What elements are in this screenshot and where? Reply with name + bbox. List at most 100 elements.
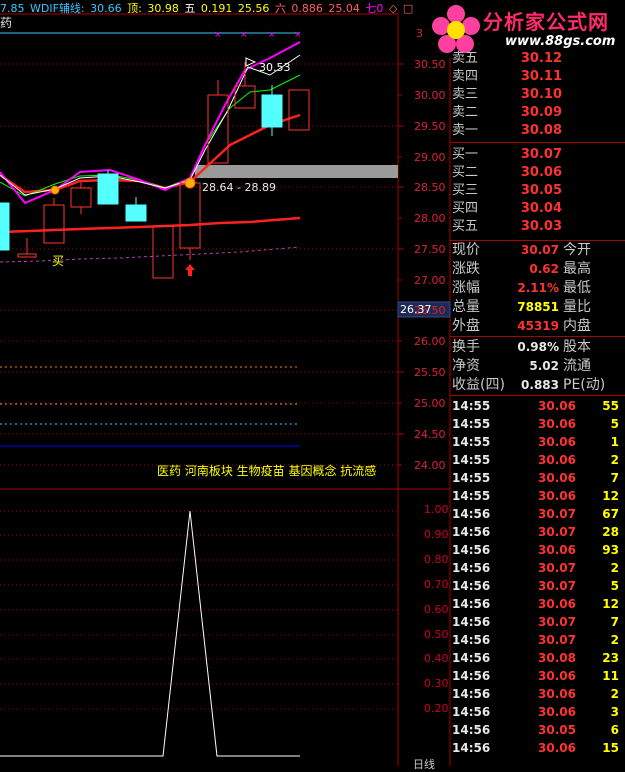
stat-label: 现价: [452, 242, 480, 258]
tick-price: 30.07: [538, 579, 576, 593]
stat-label-secondary: 股本: [563, 339, 591, 355]
tick-row: 14:55 30.06 5: [452, 415, 625, 433]
tick-price: 30.05: [538, 723, 576, 737]
tick-row: 14:55 30.06 2: [452, 451, 625, 469]
tick-time: 14:56: [452, 525, 491, 539]
tick-price: 30.06: [538, 471, 576, 485]
seven-label: 七0: [365, 2, 384, 15]
tick-volume: 55: [602, 399, 619, 413]
five-value2: 25.56: [237, 2, 270, 15]
tick-time: 14:56: [452, 741, 491, 755]
period-label[interactable]: 日线: [413, 756, 435, 772]
tick-price: 30.06: [538, 399, 576, 413]
level-price: 30.03: [520, 219, 562, 234]
tick-time: 14:56: [452, 597, 491, 611]
tick-volume: 15: [602, 741, 619, 755]
tick-price: 30.07: [538, 561, 576, 575]
tick-volume: 7: [610, 471, 619, 485]
svg-text:×: ×: [240, 30, 248, 40]
stat-row: 外盘 45319 内盘: [452, 317, 625, 336]
concept-tags: 医药 河南板块 生物疫苗 基因概念 抗流感: [157, 464, 377, 478]
stat-label: 涨幅: [452, 280, 480, 296]
level-price: 30.04: [520, 201, 562, 216]
ask-level-row[interactable]: 卖二 30.09: [452, 104, 562, 122]
stat-label: 收益(四): [452, 377, 505, 393]
tick-row: 14:56 30.07 2: [452, 631, 625, 649]
tick-volume: 2: [610, 633, 619, 647]
tick-price: 30.06: [538, 453, 576, 467]
tick-row: 14:56 30.07 2: [452, 559, 625, 577]
five-label: 五: [184, 2, 196, 15]
signal-dot: [50, 185, 60, 195]
tick-volume: 5: [610, 579, 619, 593]
candle: [288, 89, 310, 131]
diamond-icon[interactable]: ◇: [389, 2, 397, 15]
tick-time: 14:56: [452, 561, 491, 575]
tick-row: 14:56 30.06 2: [452, 685, 625, 703]
stat-row: 涨幅 2.11% 最低: [452, 279, 625, 298]
top-label: 顶:: [127, 2, 142, 15]
candle: [97, 173, 119, 205]
level-price: 30.10: [520, 87, 562, 102]
logo-url: www.88gs.com: [505, 34, 616, 49]
bid-level-row[interactable]: 买五 30.03: [452, 218, 562, 236]
indicator-axis-label: 0.20: [424, 702, 449, 715]
buy-marker: 买: [52, 254, 65, 268]
svg-text:×: ×: [214, 30, 222, 40]
stat-label: 换手: [452, 339, 480, 355]
tick-row: 14:56 30.07 5: [452, 577, 625, 595]
stat-value: 0.62: [529, 262, 559, 276]
tick-time: 14:56: [452, 723, 491, 737]
stat-label-secondary: 量比: [563, 299, 591, 315]
stat-label-secondary: PE(动): [563, 377, 606, 393]
bid-level-row[interactable]: 买四 30.04: [452, 200, 562, 218]
tick-price: 30.07: [538, 507, 576, 521]
bid-level-row[interactable]: 买一 30.07: [452, 146, 562, 164]
tick-time: 14:55: [452, 417, 491, 431]
bid-level-row[interactable]: 买三 30.05: [452, 182, 562, 200]
level-price: 30.06: [520, 165, 562, 180]
level-label: 买五: [452, 219, 479, 234]
tick-volume: 2: [610, 687, 619, 701]
tick-time: 14:56: [452, 507, 491, 521]
stat-row: 收益(四) 0.883 PE(动): [452, 376, 625, 395]
current-price-tag: 26.37: [400, 303, 432, 316]
wdif-value: 30.66: [90, 2, 122, 15]
candle: [152, 225, 174, 279]
indicator-axis-label: 0.50: [424, 628, 449, 641]
tick-price: 30.07: [538, 525, 576, 539]
ask-level-row[interactable]: 卖五 30.12: [452, 50, 562, 68]
stat-label: 涨跌: [452, 261, 480, 277]
bid-level-row[interactable]: 买二 30.06: [452, 164, 562, 182]
tick-time: 14:56: [452, 669, 491, 683]
tick-time: 14:55: [452, 489, 491, 503]
level-label: 卖四: [452, 69, 479, 84]
logo-title: 分析家公式网: [483, 10, 609, 34]
ask-level-row[interactable]: 卖四 30.11: [452, 68, 562, 86]
stat-row: 总量 78851 量比: [452, 298, 625, 317]
ma-magenta: [0, 41, 301, 205]
tick-time: 14:56: [452, 543, 491, 557]
level-label: 买二: [452, 165, 479, 180]
level-price: 30.09: [520, 105, 562, 120]
tick-volume: 2: [610, 453, 619, 467]
tick-row: 14:55 30.06 1: [452, 433, 625, 451]
tick-volume: 67: [602, 507, 619, 521]
tick-price: 30.06: [538, 687, 576, 701]
indicator-axis-label: 0.30: [424, 677, 449, 690]
ask-level-row[interactable]: 卖三 30.10: [452, 86, 562, 104]
level-price: 30.11: [520, 69, 562, 84]
tick-volume: 6: [610, 723, 619, 737]
six-value2: 25.04: [328, 2, 360, 15]
six-label: 六: [274, 2, 286, 15]
tick-volume: 2: [610, 561, 619, 575]
candle: [70, 187, 92, 208]
tick-time: 14:56: [452, 615, 491, 629]
ask-level-row[interactable]: 卖一 30.08: [452, 122, 562, 140]
candle: [261, 94, 283, 128]
tick-time: 14:55: [452, 453, 491, 467]
window-box-icon[interactable]: □: [403, 2, 413, 15]
tick-price: 30.07: [538, 633, 576, 647]
tick-volume: 11: [602, 669, 619, 683]
tick-row: 14:56 30.06 12: [452, 595, 625, 613]
